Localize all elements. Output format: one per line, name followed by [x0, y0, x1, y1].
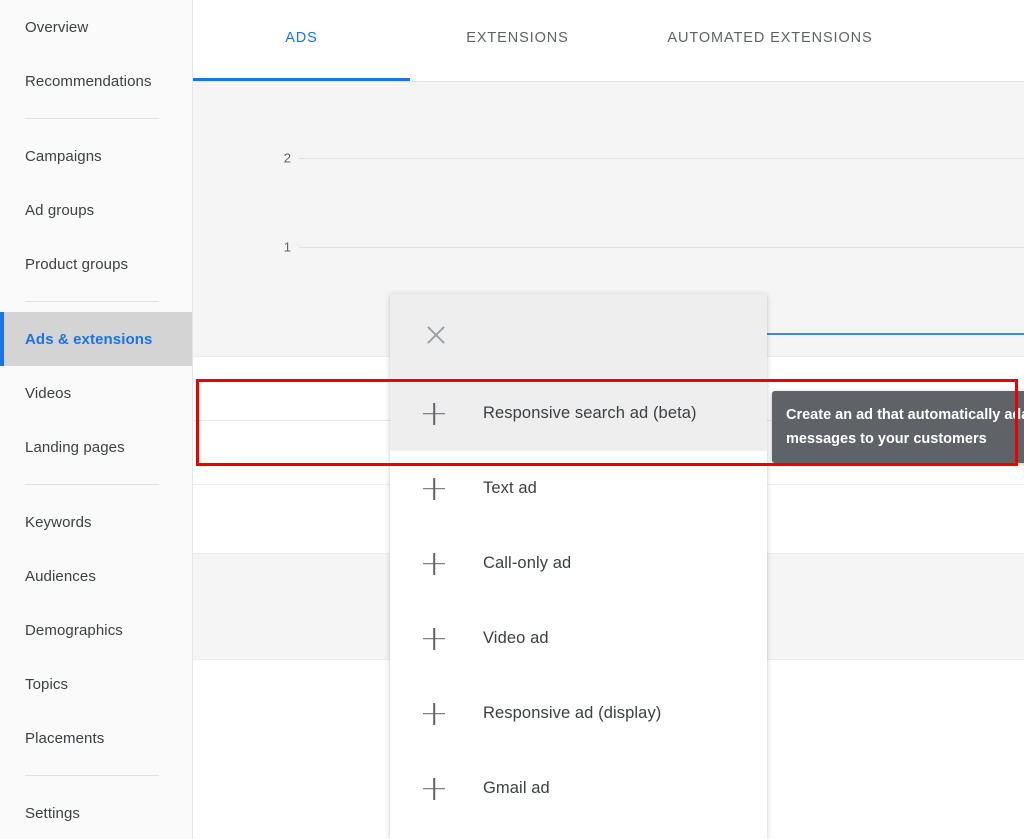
sidebar-divider — [25, 484, 159, 485]
sidebar-item-label: Landing pages — [25, 439, 125, 456]
sidebar-item-settings[interactable]: Settings — [0, 786, 192, 839]
sidebar-item-label: Placements — [25, 730, 104, 747]
app-root: Overview Recommendations Campaigns Ad group… — [0, 0, 1024, 839]
tab-automated-extensions[interactable]: AUTOMATED EXTENSIONS — [625, 0, 915, 81]
tab-ads-label: ADS — [285, 30, 318, 46]
sidebar-divider — [25, 118, 159, 119]
ad-type-label: Gmail ad — [483, 779, 550, 798]
tab-automated-extensions-label: AUTOMATED EXTENSIONS — [667, 30, 872, 46]
plus-icon — [423, 478, 445, 500]
sidebar-item-topics[interactable]: Topics — [0, 657, 192, 711]
sidebar-item-keywords[interactable]: Keywords — [0, 495, 192, 549]
menu-item-responsive-ad-display[interactable]: Responsive ad (display) — [390, 676, 767, 751]
close-icon[interactable] — [423, 322, 449, 348]
plus-icon — [423, 628, 445, 650]
sidebar-item-label: Campaigns — [25, 148, 102, 165]
sidebar-item-campaigns[interactable]: Campaigns — [0, 129, 192, 183]
main-content: ADS EXTENSIONS AUTOMATED EXTENSIONS 2 1 … — [193, 0, 1024, 839]
sidebar-divider — [25, 775, 159, 776]
ad-type-label: Text ad — [483, 479, 537, 498]
menu-item-gmail-ad[interactable]: Gmail ad — [390, 751, 767, 826]
sidebar-item-placements[interactable]: Placements — [0, 711, 192, 765]
tab-extensions[interactable]: EXTENSIONS — [410, 0, 625, 81]
sidebar-item-ad-groups[interactable]: Ad groups — [0, 183, 192, 237]
sidebar-item-demographics[interactable]: Demographics — [0, 603, 192, 657]
chart-ytick-1: 1 — [263, 240, 291, 255]
sidebar-item-product-groups[interactable]: Product groups — [0, 237, 192, 291]
menu-item-responsive-search-ad[interactable]: Responsive search ad (beta) — [390, 376, 767, 451]
sidebar-item-recommendations[interactable]: Recommendations — [0, 54, 192, 108]
chart-gridline — [299, 158, 1024, 159]
ad-type-label: Video ad — [483, 629, 549, 648]
ad-type-list: Responsive search ad (beta) Text ad Call-o… — [390, 376, 767, 826]
ad-type-picker-panel: Responsive search ad (beta) Text ad Call-o… — [390, 294, 767, 839]
sidebar-item-label: Recommendations — [25, 73, 152, 90]
plus-icon — [423, 553, 445, 575]
sidebar-item-label: Overview — [25, 19, 88, 36]
sidebar-item-label: Demographics — [25, 622, 123, 639]
plus-icon — [423, 403, 445, 425]
sidebar-item-ads-extensions[interactable]: Ads & extensions — [0, 312, 192, 366]
plus-icon — [423, 778, 445, 800]
sidebar-item-audiences[interactable]: Audiences — [0, 549, 192, 603]
sidebar-item-videos[interactable]: Videos — [0, 366, 192, 420]
tab-bar: ADS EXTENSIONS AUTOMATED EXTENSIONS — [193, 0, 1024, 82]
tab-extensions-label: EXTENSIONS — [466, 30, 568, 46]
sidebar-item-label: Ads & extensions — [25, 331, 152, 348]
ad-type-picker-header — [390, 294, 767, 376]
sidebar-item-label: Keywords — [25, 514, 92, 531]
tab-ads[interactable]: ADS — [193, 0, 410, 81]
menu-item-call-only-ad[interactable]: Call-only ad — [390, 526, 767, 601]
ad-type-label: Call-only ad — [483, 554, 571, 573]
menu-item-video-ad[interactable]: Video ad — [390, 601, 767, 676]
sidebar-divider — [25, 301, 159, 302]
chart-gridline — [299, 247, 1024, 248]
ad-type-label: Responsive search ad (beta) — [483, 404, 697, 423]
menu-item-text-ad[interactable]: Text ad — [390, 451, 767, 526]
chart-ytick-2: 2 — [263, 151, 291, 166]
sidebar-item-label: Audiences — [25, 568, 96, 585]
sidebar-item-overview[interactable]: Overview — [0, 0, 192, 54]
sidebar-navigation: Overview Recommendations Campaigns Ad group… — [0, 0, 193, 839]
ad-type-tooltip: Create an ad that automatically adapts t… — [772, 391, 1024, 463]
sidebar-item-label: Product groups — [25, 256, 128, 273]
plus-icon — [423, 703, 445, 725]
sidebar-item-label: Settings — [25, 805, 80, 822]
sidebar-item-label: Ad groups — [25, 202, 94, 219]
sidebar-item-label: Topics — [25, 676, 68, 693]
ad-type-label: Responsive ad (display) — [483, 704, 661, 723]
sidebar-item-label: Videos — [25, 385, 71, 402]
sidebar-item-landing-pages[interactable]: Landing pages — [0, 420, 192, 474]
